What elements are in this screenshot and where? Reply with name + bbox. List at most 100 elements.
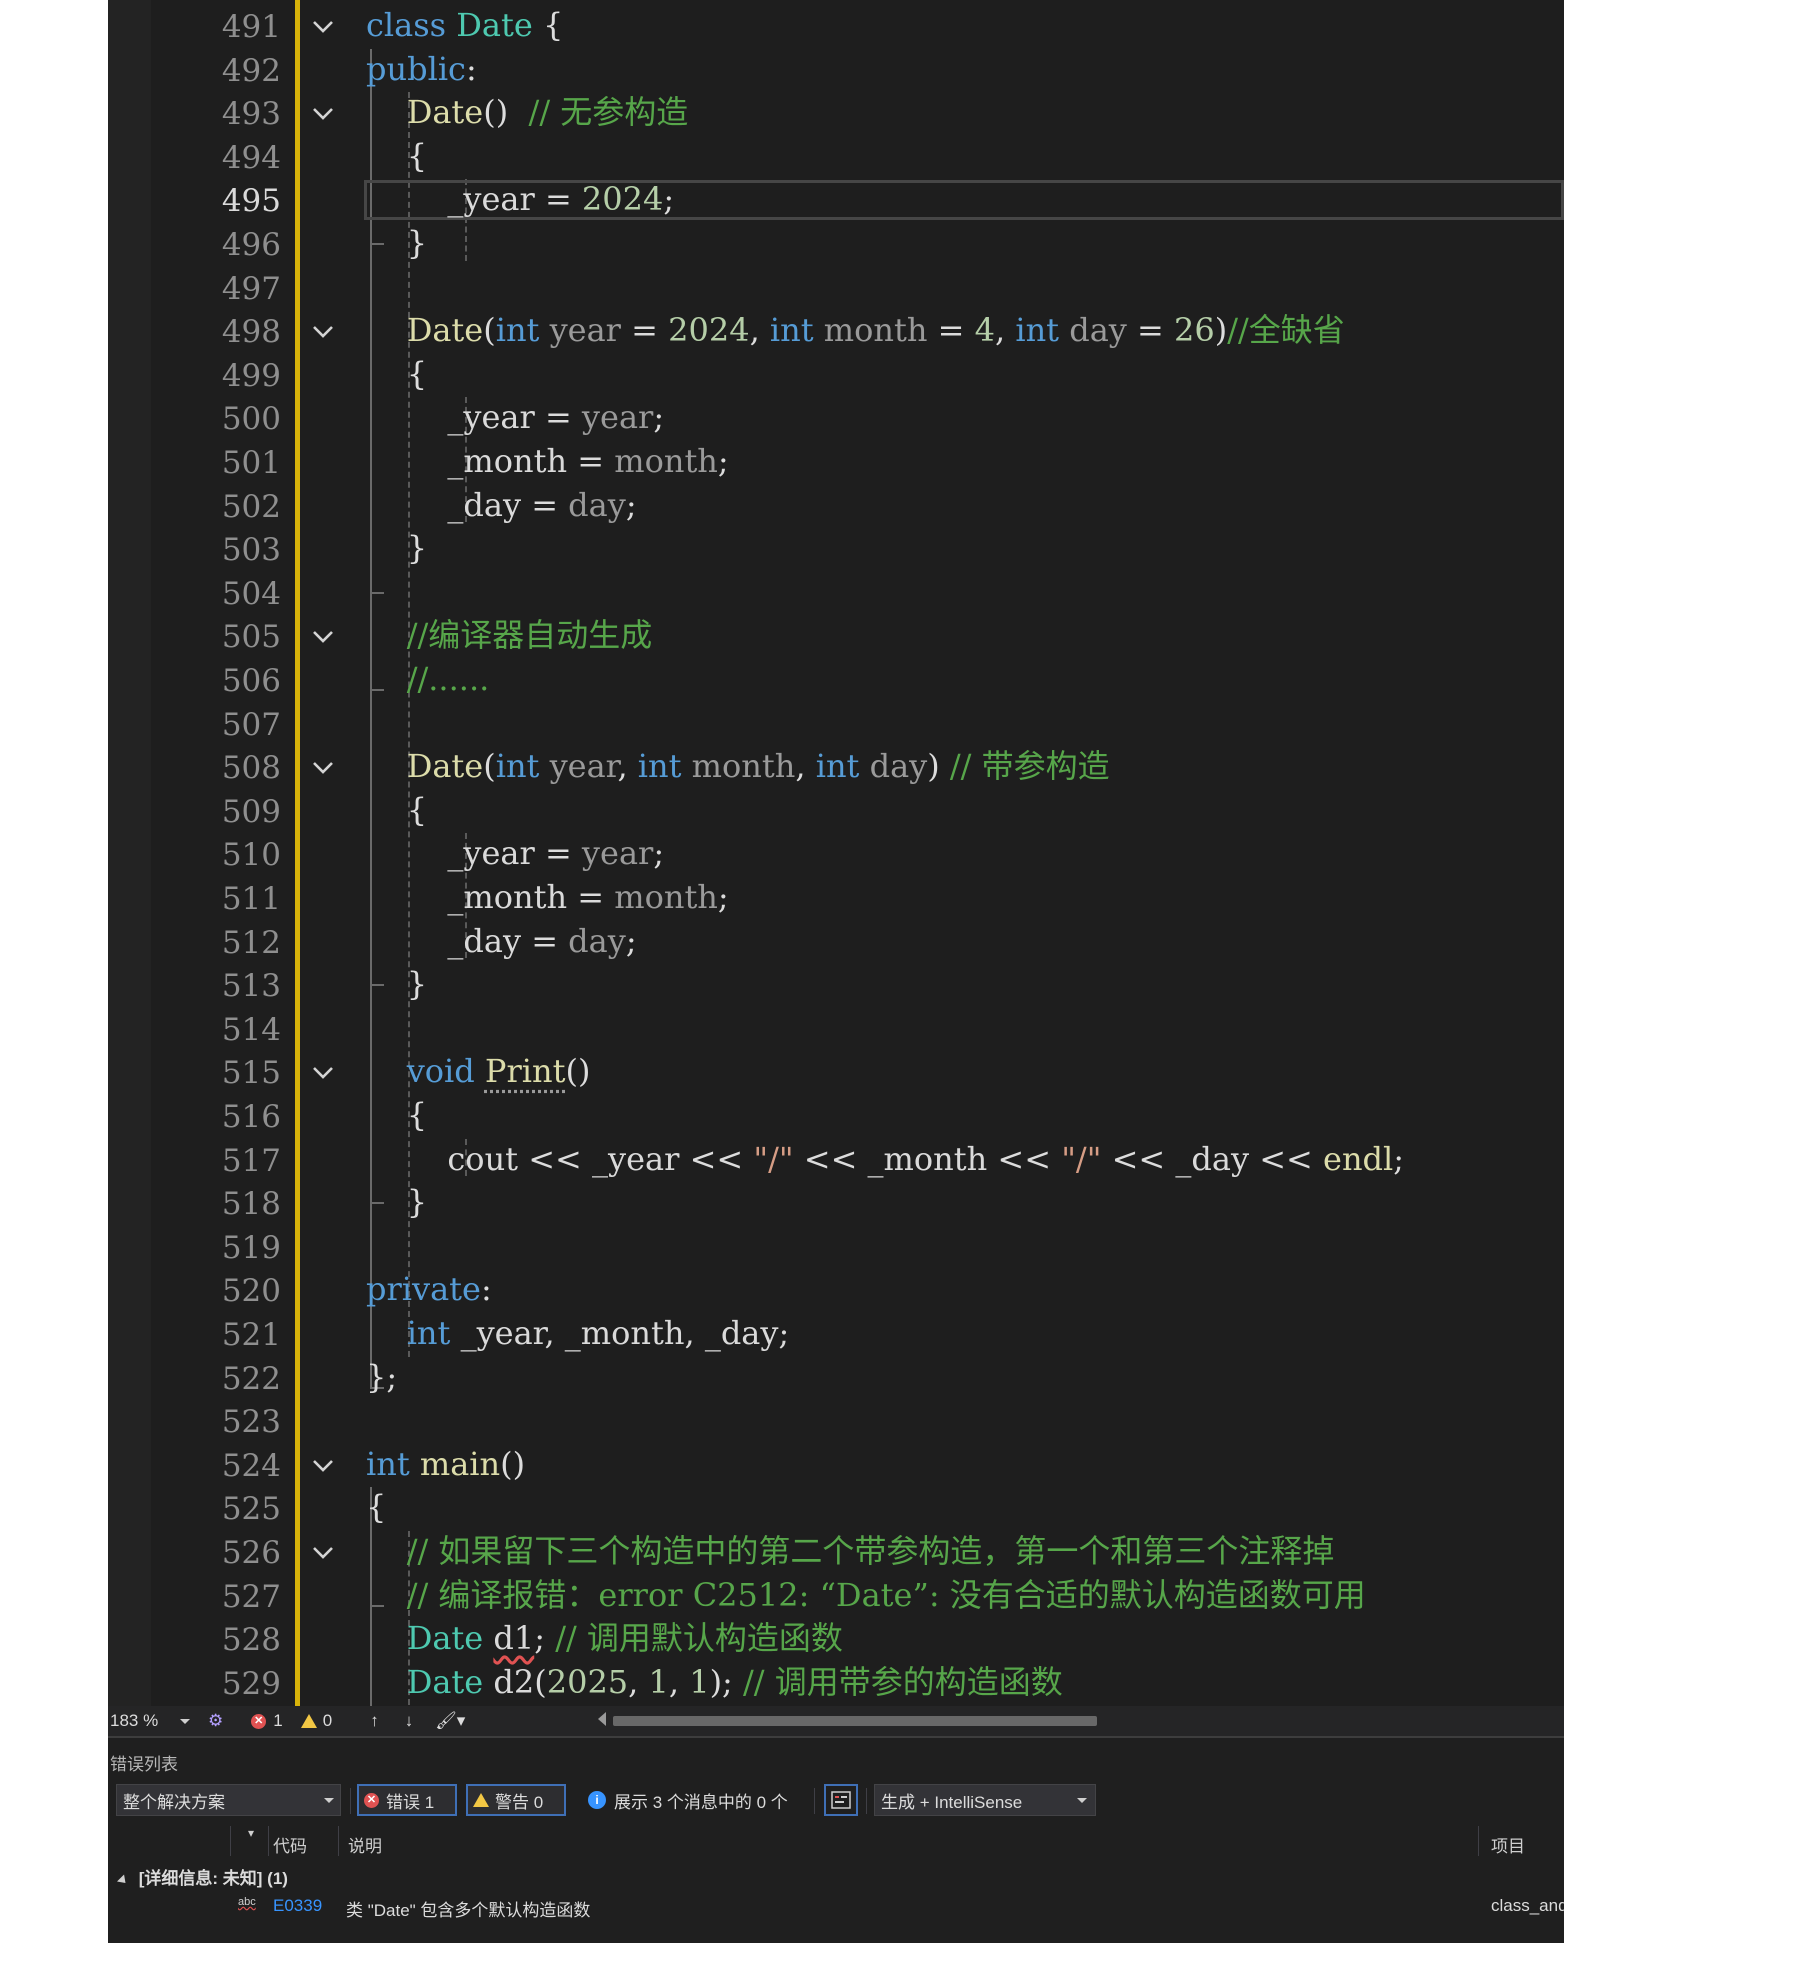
code-token: _year (447, 834, 535, 873)
code-line[interactable]: { (366, 788, 427, 832)
line-number: 509 (221, 793, 281, 830)
code-line[interactable]: // 编译报错：error C2512: “Date”: 没有合适的默认构造函数… (366, 1573, 1366, 1617)
code-token: Print (484, 1052, 566, 1091)
filter-current-document-icon[interactable] (824, 1784, 858, 1816)
fold-chevron-down-icon[interactable] (308, 1051, 338, 1095)
code-editor[interactable]: 491 492 493 494 495 496 497 498 499 500 501 502 503 5… (108, 0, 1564, 1708)
fold-chevron-down-icon[interactable] (308, 1531, 338, 1575)
line-number: 526 (221, 1535, 281, 1571)
zoom-level: 183 % (110, 1711, 159, 1730)
code-token: cout (447, 1139, 519, 1178)
code-line[interactable]: class Date { (366, 3, 563, 47)
code-line[interactable]: _year = year; (366, 395, 664, 439)
code-line[interactable]: _month = month; (366, 439, 728, 483)
code-token: int (495, 747, 540, 786)
fold-chevron-down-icon[interactable] (308, 310, 338, 354)
code-line[interactable]: Date(int year, int month, int day) // 带参… (366, 744, 1110, 788)
warnings-filter-button[interactable]: 警告 0 (466, 1784, 566, 1816)
code-token: Date (406, 1619, 484, 1658)
scope-dropdown[interactable]: 整个解决方案 (116, 1784, 341, 1816)
error-row[interactable]: abc E0339 类 "Date" 包含多个默认构造函数 class_and (108, 1892, 1564, 1922)
code-area[interactable]: class Date {public: Date() // 无参构造 { _ye… (366, 0, 1564, 1706)
code-token: } (366, 529, 428, 568)
line-number: 497 (221, 270, 281, 307)
code-line[interactable]: _day = day; (366, 483, 636, 527)
error-code-link[interactable]: E0339 (273, 1896, 322, 1916)
code-token: () (500, 1444, 526, 1483)
scope-value: 整个解决方案 (123, 1792, 225, 1812)
fold-chevron-down-icon[interactable] (308, 615, 338, 659)
code-line[interactable]: _year = year; (366, 831, 664, 875)
code-line[interactable]: //编译器自动生成 (366, 613, 653, 657)
brush-icon[interactable]: 🖌▾ (435, 1711, 465, 1731)
code-token: << (987, 1139, 1062, 1178)
code-token: int (1015, 311, 1060, 350)
fold-chevron-down-icon[interactable] (308, 746, 338, 790)
scroll-left-icon[interactable] (598, 1712, 606, 1726)
code-line[interactable]: void Print() (366, 1049, 591, 1093)
code-token: << (679, 1139, 754, 1178)
build-source-dropdown[interactable]: 生成 + IntelliSense (874, 1784, 1096, 1816)
code-line[interactable]: // 如果留下三个构造中的第二个带参构造，第一个和第三个注释掉 (366, 1529, 1335, 1573)
code-line[interactable]: cout << _year << "/" << _month << "/" <<… (366, 1137, 1404, 1181)
code-line[interactable]: } (366, 221, 427, 265)
code-line[interactable]: } (366, 526, 427, 570)
fold-chevron-down-icon[interactable] (308, 5, 338, 49)
collapse-triangle-icon[interactable] (116, 1874, 130, 1887)
code-token: { (366, 136, 428, 175)
code-token: }; (366, 1357, 398, 1396)
code-line[interactable]: Date d2(2025, 1, 1); // 调用带参的构造函数 (366, 1660, 1063, 1704)
line-number: 518 (221, 1186, 281, 1223)
code-line[interactable]: }; (366, 1355, 397, 1399)
fold-chevron-down-icon[interactable] (308, 1444, 338, 1488)
column-header-project[interactable]: 项目 (1491, 1832, 1525, 1857)
next-issue-button[interactable]: ↓ (405, 1711, 414, 1731)
messages-filter-button[interactable]: i 展示 3 个消息中的 0 个 (584, 1784, 804, 1816)
code-line[interactable]: int _year, _month, _day; (366, 1311, 790, 1355)
code-line[interactable]: _year = 2024; (366, 177, 674, 221)
suppression-state-icon[interactable]: ▾ (248, 1826, 254, 1840)
fold-chevron-down-icon[interactable] (308, 92, 338, 136)
code-token: private (366, 1270, 481, 1309)
line-number: 527 (221, 1578, 281, 1615)
code-token: int (406, 1314, 451, 1352)
code-line[interactable]: } (366, 1180, 427, 1224)
code-line[interactable]: private: (366, 1267, 492, 1311)
warning-count[interactable]: 0 (300, 1711, 332, 1731)
code-token: // 编译报错：error C2512: “Date”: 没有合适的默认构造函数… (406, 1575, 1366, 1614)
error-count[interactable]: ✕ 1 (251, 1711, 283, 1731)
code-line[interactable]: { (366, 1485, 386, 1529)
code-line[interactable]: Date(int year = 2024, int month = 4, int… (366, 308, 1345, 352)
code-token: int (637, 747, 682, 786)
code-token: ( (534, 1662, 547, 1701)
code-line[interactable]: _day = day; (366, 919, 636, 963)
code-token: // 调用默认构造函数 (555, 1619, 843, 1658)
code-line[interactable]: Date() // 无参构造 (366, 90, 689, 134)
previous-issue-button[interactable]: ↑ (370, 1711, 379, 1731)
column-header-description[interactable]: 说明 (348, 1832, 382, 1857)
code-line[interactable]: { (366, 352, 427, 396)
errors-filter-button[interactable]: ✕ 错误 1 (357, 1784, 457, 1816)
zoom-level-dropdown[interactable]: 183 % (108, 1711, 190, 1731)
code-cleanup-icon[interactable]: ⚙ (208, 1711, 223, 1731)
code-line[interactable]: Date d1; // 调用默认构造函数 (366, 1616, 843, 1660)
code-line[interactable]: _month = month; (366, 875, 728, 919)
code-token: Date (406, 311, 484, 350)
code-line[interactable]: { (366, 134, 427, 178)
code-line[interactable]: { (366, 1093, 427, 1137)
code-token: main (419, 1444, 501, 1483)
error-group-header[interactable]: [详细信息: 未知] (1) (116, 1864, 288, 1889)
code-token: = (567, 442, 615, 480)
code-line[interactable]: public: (366, 47, 477, 91)
code-line[interactable]: int main() (366, 1442, 525, 1486)
code-line[interactable]: //...... (366, 657, 490, 701)
horizontal-scrollbar-thumb[interactable] (613, 1716, 1097, 1726)
column-header-code[interactable]: 代码 (273, 1832, 307, 1857)
line-number: 496 (221, 227, 281, 263)
code-line[interactable]: } (366, 962, 427, 1006)
code-token: () (483, 93, 529, 132)
